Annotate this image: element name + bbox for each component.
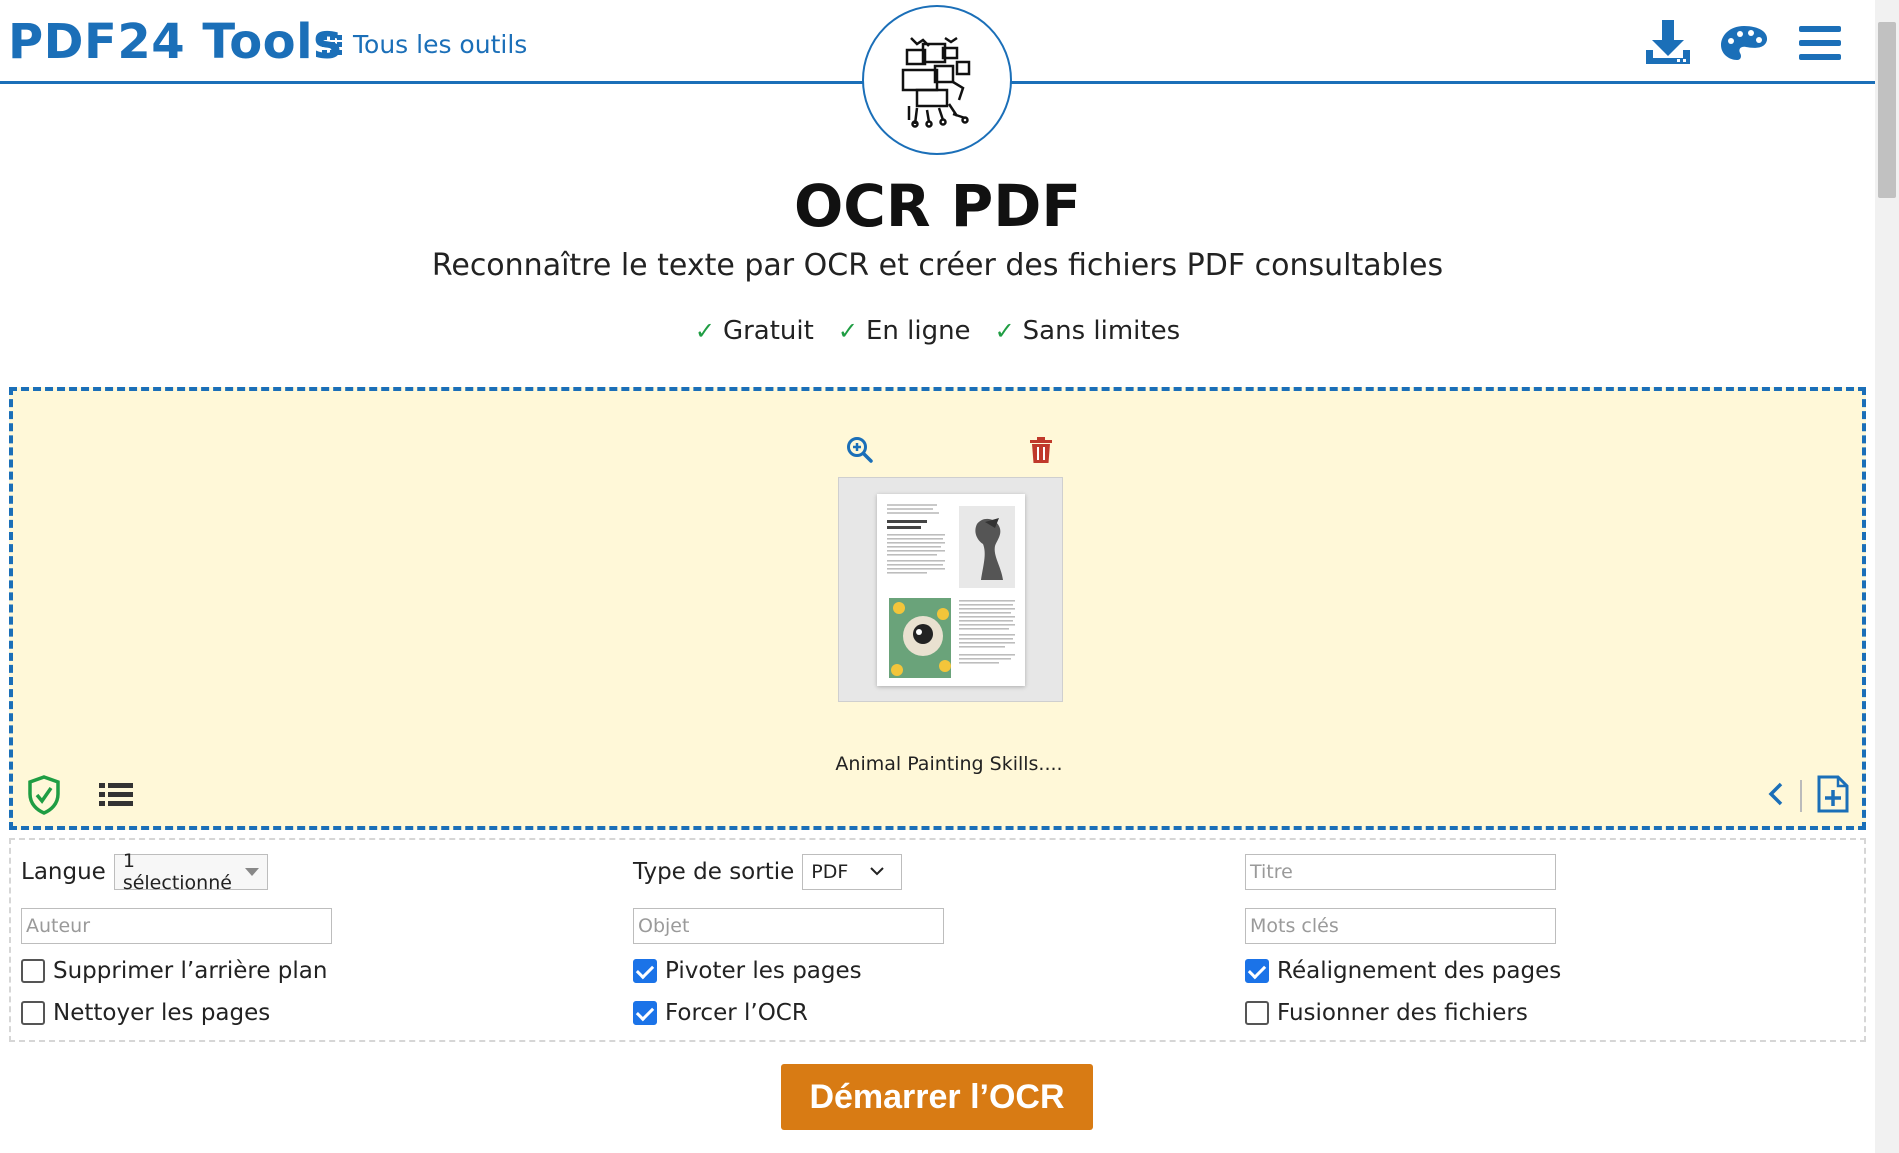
remove-background-option[interactable]: Supprimer l’arrière plan — [21, 958, 327, 984]
remove-background-checkbox[interactable] — [21, 959, 45, 983]
deskew-pages-checkbox[interactable] — [1245, 959, 1269, 983]
clean-pages-label: Nettoyer les pages — [53, 1000, 271, 1026]
merge-files-checkbox[interactable] — [1245, 1001, 1269, 1025]
feature-label: En ligne — [865, 316, 971, 346]
page-scrollbar[interactable] — [1875, 0, 1899, 1153]
palette-icon[interactable] — [1719, 18, 1769, 68]
clean-pages-checkbox[interactable] — [21, 1001, 45, 1025]
feature-label: Gratuit — [722, 316, 814, 346]
language-select[interactable]: 1 sélectionné — [113, 850, 268, 894]
deskew-pages-label: Réalignement des pages — [1277, 958, 1562, 984]
output-type-value: PDF — [811, 861, 849, 883]
feature-item: ✓ En ligne — [838, 316, 971, 346]
output-type-option: Type de sortie PDF — [633, 854, 903, 890]
keywords-placeholder: Mots clés — [1250, 915, 1339, 937]
pdf-page-preview — [876, 493, 1025, 686]
language-select-value: 1 sélectionné — [122, 850, 232, 894]
rotate-pages-checkbox[interactable] — [633, 959, 657, 983]
grid-icon — [322, 34, 342, 55]
checkmark-icon: ✓ — [994, 317, 1015, 345]
subject-placeholder: Objet — [638, 915, 690, 937]
dropzone-right-tools — [1766, 775, 1850, 817]
shield-check-icon[interactable] — [27, 775, 61, 819]
brand-logo-text[interactable]: PDF24 Tools — [8, 14, 342, 70]
toolbar-divider — [1800, 780, 1802, 812]
tool-logo — [862, 5, 1012, 155]
download-icon[interactable] — [1643, 18, 1693, 68]
title-placeholder: Titre — [1250, 861, 1293, 883]
ocr-options-panel: Langue 1 sélectionné Type de sortie PDF … — [9, 838, 1866, 1042]
author-placeholder: Auteur — [26, 915, 91, 937]
chevron-left-icon[interactable] — [1766, 780, 1786, 812]
output-type-label: Type de sortie — [633, 859, 795, 885]
remove-background-label: Supprimer l’arrière plan — [53, 958, 328, 984]
keywords-input[interactable]: Mots clés — [1245, 908, 1556, 944]
file-tile[interactable]: Animal Painting Skills.... — [829, 435, 1063, 775]
force-ocr-option[interactable]: Forcer l’OCR — [633, 1000, 808, 1026]
merge-files-label: Fusionner des fichiers — [1277, 1000, 1528, 1026]
all-tools-link[interactable]: Tous les outils — [322, 30, 527, 59]
feature-item: ✓ Sans limites — [995, 316, 1181, 346]
output-type-select[interactable]: PDF — [802, 854, 903, 890]
feature-item: ✓ Gratuit — [695, 316, 814, 346]
file-name: Animal Painting Skills.... — [835, 753, 1063, 775]
deskew-pages-option[interactable]: Réalignement des pages — [1245, 958, 1561, 984]
feature-list: ✓ Gratuit ✓ En ligne ✓ Sans limites — [0, 316, 1875, 346]
start-ocr-button[interactable]: Démarrer l’OCR — [781, 1064, 1093, 1130]
all-tools-label: Tous les outils — [353, 30, 528, 59]
page-subtitle: Reconnaître le texte par OCR et créer de… — [431, 248, 1444, 283]
force-ocr-checkbox[interactable] — [633, 1001, 657, 1025]
scrollbar-thumb[interactable] — [1878, 22, 1896, 198]
list-icon[interactable] — [99, 781, 133, 813]
rotate-pages-option[interactable]: Pivoter les pages — [633, 958, 862, 984]
rotate-pages-label: Pivoter les pages — [665, 958, 862, 984]
file-dropzone[interactable]: Animal Painting Skills.... — [9, 387, 1866, 830]
checkmark-icon: ✓ — [694, 317, 715, 345]
file-thumbnail[interactable] — [838, 477, 1063, 702]
feature-label: Sans limites — [1022, 316, 1181, 346]
trash-icon[interactable] — [1029, 435, 1053, 465]
add-file-icon[interactable] — [1816, 775, 1850, 817]
language-label: Langue — [21, 859, 106, 885]
file-actions — [829, 435, 1059, 467]
header-actions — [1643, 18, 1845, 68]
force-ocr-label: Forcer l’OCR — [665, 1000, 808, 1026]
language-option: Langue 1 sélectionné — [21, 850, 268, 894]
zoom-in-icon[interactable] — [845, 435, 875, 465]
checkmark-icon: ✓ — [837, 317, 858, 345]
menu-icon[interactable] — [1795, 18, 1845, 68]
merge-files-option[interactable]: Fusionner des fichiers — [1245, 1000, 1528, 1026]
ocr-machine-illustration — [901, 36, 971, 128]
chevron-down-icon — [870, 864, 885, 880]
page-title: OCR PDF — [794, 172, 1081, 240]
clean-pages-option[interactable]: Nettoyer les pages — [21, 1000, 270, 1026]
subject-input[interactable]: Objet — [633, 908, 944, 944]
author-input[interactable]: Auteur — [21, 908, 332, 944]
dropdown-triangle-icon — [244, 868, 259, 876]
title-input[interactable]: Titre — [1245, 854, 1556, 890]
dropzone-left-tools — [27, 775, 133, 819]
